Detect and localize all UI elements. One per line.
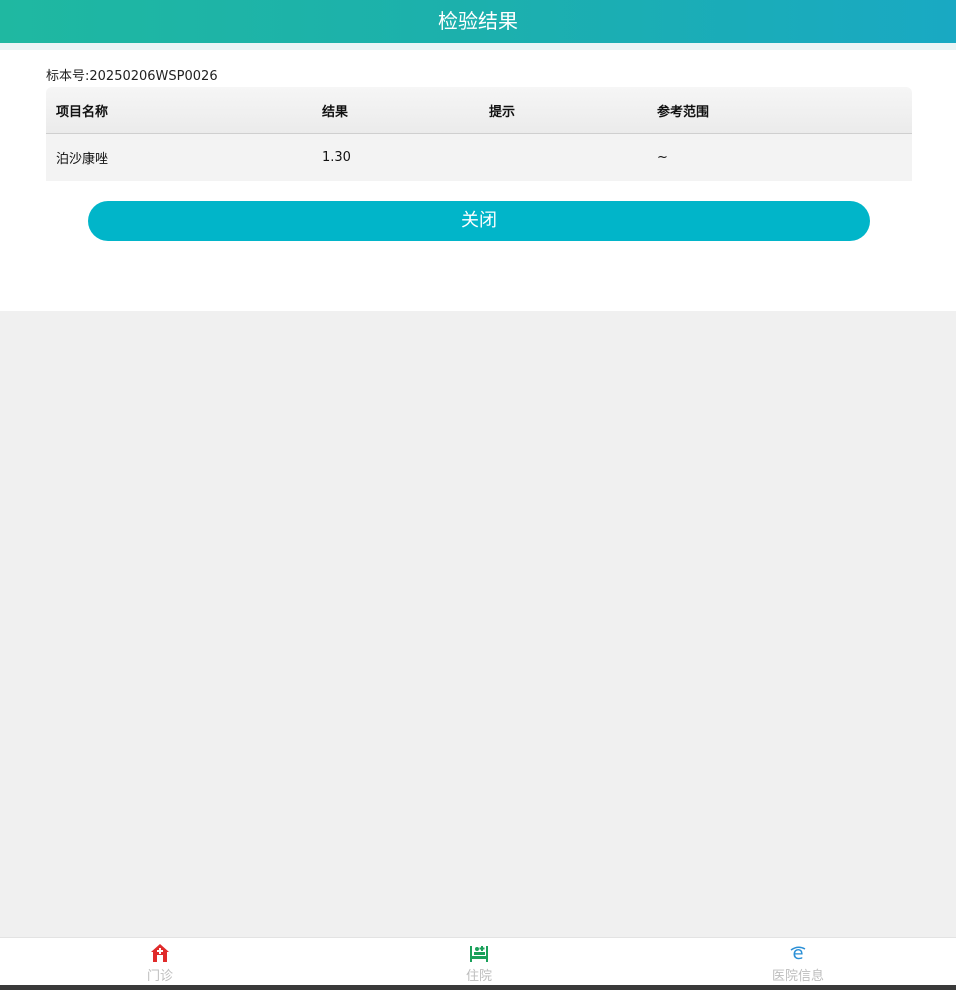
tab-outpatient[interactable]: 门诊 [100, 938, 220, 986]
column-header-hint: 提示 [489, 104, 516, 120]
sample-number: 标本号:20250206WSP0026 [46, 65, 218, 84]
column-header-item-name: 项目名称 [56, 104, 109, 120]
inpatient-bed-icon [469, 943, 489, 963]
table-row: 泊沙康唑 1.30 ~ [46, 134, 912, 181]
table-header: 项目名称 结果 提示 参考范围 [46, 87, 912, 134]
column-header-reference-range: 参考范围 [657, 104, 710, 120]
cell-reference-range: ~ [657, 150, 668, 165]
svg-text:e: e [792, 943, 803, 963]
cell-result: 1.30 [322, 150, 351, 165]
bottom-tab-bar: 门诊 住院 e 医院信息 [0, 937, 956, 986]
page-title: 检验结果 [438, 9, 518, 33]
tab-hospital-info-label: 医院信息 [771, 969, 824, 984]
column-header-result: 结果 [322, 104, 349, 120]
header-divider [0, 43, 956, 50]
tab-outpatient-label: 门诊 [146, 969, 173, 984]
close-button[interactable]: 关闭 [88, 201, 870, 241]
hospital-info-icon: e [788, 943, 808, 964]
result-panel: 标本号:20250206WSP0026 项目名称 结果 提示 参考范围 泊沙康唑… [0, 50, 956, 311]
tab-inpatient[interactable]: 住院 [419, 938, 539, 986]
outpatient-icon [150, 943, 170, 963]
page-header: 检验结果 [0, 0, 956, 43]
tab-inpatient-label: 住院 [465, 969, 492, 984]
window-bottom-edge [0, 985, 956, 990]
sample-number-value: 20250206WSP0026 [89, 69, 218, 84]
tab-hospital-info[interactable]: e 医院信息 [738, 938, 858, 986]
cell-item-name: 泊沙康唑 [56, 152, 109, 167]
result-table: 项目名称 结果 提示 参考范围 泊沙康唑 1.30 ~ [46, 87, 912, 181]
sample-number-label: 标本号: [46, 69, 90, 84]
